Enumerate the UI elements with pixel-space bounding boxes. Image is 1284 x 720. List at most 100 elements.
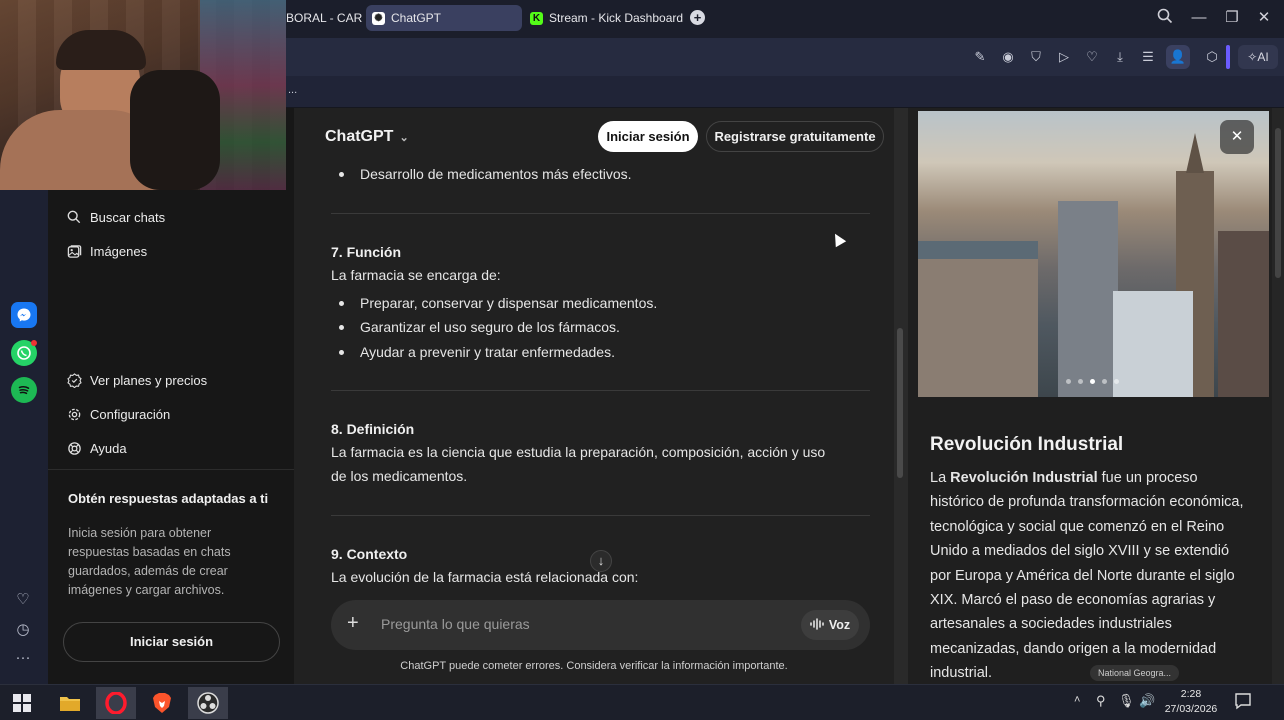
list-item: Garantizar el uso seguro de los fármacos… xyxy=(339,319,620,335)
voice-label: Voz xyxy=(828,618,851,632)
clock-date: 27/03/2026 xyxy=(1164,703,1218,715)
list-item-text: Garantizar el uso seguro de los fármacos… xyxy=(360,319,620,335)
carousel-dot-active[interactable] xyxy=(1090,379,1095,384)
bullet-dot xyxy=(339,349,344,355)
heart-sidebar-icon[interactable]: ♡ xyxy=(12,590,34,610)
tab-kick-dashboard[interactable]: K Stream - Kick Dashboard xyxy=(524,5,684,31)
notifications-icon[interactable] xyxy=(1234,692,1254,712)
section-divider xyxy=(331,213,870,214)
bookmarks-more[interactable]: ... xyxy=(288,84,297,96)
chevron-down-icon: ⌄ xyxy=(399,131,409,144)
promo-text: Inicia sesión para obtener respuestas ba… xyxy=(68,526,231,597)
clock[interactable]: 2:28 27/03/2026 xyxy=(1162,687,1220,717)
chat-input-box[interactable]: + Pregunta lo que quieras Voz xyxy=(331,600,870,650)
camera-icon[interactable]: ◉ xyxy=(999,48,1017,66)
section-intro: La farmacia se encarga de: xyxy=(331,267,501,283)
cube-icon[interactable]: ⬡ xyxy=(1203,48,1221,66)
search-tabs-icon[interactable] xyxy=(1154,8,1176,28)
messenger-icon[interactable] xyxy=(11,302,37,328)
sidebar-item-settings[interactable]: Configuración xyxy=(66,406,170,422)
chat-scrollbar[interactable] xyxy=(894,108,908,684)
tray-bluetooth-icon[interactable]: ⚲ xyxy=(1096,693,1106,709)
images-icon xyxy=(66,243,82,259)
list-item: Preparar, conservar y dispensar medicame… xyxy=(339,295,657,311)
download-icon[interactable]: ⤓ xyxy=(1111,48,1129,66)
carousel-dot[interactable] xyxy=(1102,379,1107,384)
scrollbar-thumb[interactable] xyxy=(897,328,903,478)
ai-label: AI xyxy=(1257,50,1269,64)
tab-chatgpt[interactable]: ✺ ChatGPT xyxy=(366,5,522,31)
sidebar-item-label: Configuración xyxy=(90,406,171,422)
windows-start-icon[interactable] xyxy=(2,687,42,719)
close-window-icon[interactable]: ✕ xyxy=(1253,8,1275,28)
panel-scrollbar-thumb[interactable] xyxy=(1275,128,1281,278)
info-panel: ✕ Revolución Industrial La Revolución In… xyxy=(908,108,1284,684)
section-divider xyxy=(331,390,870,391)
volume-icon[interactable]: 🔊 xyxy=(1139,693,1155,709)
chat-input-placeholder[interactable]: Pregunta lo que quieras xyxy=(381,616,530,632)
help-icon xyxy=(66,440,82,456)
building-right xyxy=(1218,231,1269,397)
bullet-dot xyxy=(339,324,344,330)
waveform-icon xyxy=(810,617,824,633)
sidebar-item-label: Buscar chats xyxy=(90,209,166,225)
file-explorer-icon[interactable] xyxy=(50,687,90,719)
tab-label: ChatGPT xyxy=(391,11,442,25)
profile-icon[interactable]: 👤 xyxy=(1166,45,1190,69)
aria-indicator xyxy=(1226,45,1230,69)
obs-icon[interactable] xyxy=(188,687,228,719)
restore-icon[interactable]: ❐ xyxy=(1221,8,1243,28)
panel-scrollbar[interactable] xyxy=(1272,108,1284,684)
sidebar-item-label: Imágenes xyxy=(90,243,148,259)
play-icon[interactable]: ▷ xyxy=(1055,48,1073,66)
panel-image-manchester[interactable]: ✕ xyxy=(918,111,1269,397)
opera-icon[interactable] xyxy=(96,687,136,719)
list-item: Desarrollo de medicamentos más efectivos… xyxy=(339,166,632,182)
list-item-text: Preparar, conservar y dispensar medicame… xyxy=(360,295,658,311)
plus-icon[interactable]: + xyxy=(347,612,359,635)
section-divider xyxy=(331,515,870,516)
list-item-text: Desarrollo de medicamentos más efectivos… xyxy=(360,166,632,182)
chat-main: ChatGPT ⌄ Iniciar sesión Registrarse gra… xyxy=(294,108,894,684)
model-name: ChatGPT xyxy=(325,128,394,145)
sidebar-item-label: Ayuda xyxy=(90,440,127,456)
model-selector[interactable]: ChatGPT ⌄ xyxy=(325,128,409,146)
panel-text-pre: La xyxy=(930,470,951,486)
voice-button[interactable]: Voz xyxy=(801,610,859,640)
header-login-button[interactable]: Iniciar sesión xyxy=(598,121,698,152)
sidebar-item-images[interactable]: Imágenes xyxy=(66,243,147,259)
more-icon[interactable]: ··· xyxy=(12,649,34,669)
tray-expand-icon[interactable]: ˄ xyxy=(1074,694,1080,706)
sidebar-item-plans[interactable]: Ver planes y precios xyxy=(66,372,207,388)
shield-icon[interactable]: ⛉ xyxy=(1027,48,1045,66)
sidebar-item-search-chats[interactable]: Buscar chats xyxy=(66,209,165,225)
edit-icon[interactable]: ✎ xyxy=(971,48,989,66)
spotify-icon[interactable] xyxy=(11,377,37,403)
panel-text-bold: Revolución Industrial xyxy=(950,470,1098,486)
source-chip[interactable]: National Geogra... xyxy=(1090,665,1180,681)
scroll-down-button[interactable]: ↓ xyxy=(590,550,612,572)
sidebar-login-button[interactable]: Iniciar sesión xyxy=(63,622,280,662)
webcam-dark-object xyxy=(130,70,220,190)
list-item-text: Ayudar a prevenir y tratar enfermedades. xyxy=(360,344,615,360)
ai-button[interactable]: ✧AI xyxy=(1238,45,1278,69)
minimize-icon[interactable]: — xyxy=(1188,8,1210,28)
heart-icon[interactable]: ♡ xyxy=(1083,48,1101,66)
building-roof xyxy=(918,241,1038,259)
opera-sidebar: ♡ ◷ ··· xyxy=(0,108,48,684)
sidebar-item-help[interactable]: Ayuda xyxy=(66,440,127,456)
menu-icon[interactable]: ☰ xyxy=(1139,48,1157,66)
new-tab-button[interactable]: + xyxy=(690,10,705,25)
section-text: de los medicamentos. xyxy=(331,468,468,484)
microphone-icon[interactable]: 🎙 xyxy=(1118,693,1135,709)
signup-button[interactable]: Registrarse gratuitamente xyxy=(706,121,884,152)
carousel-dot[interactable] xyxy=(1078,379,1083,384)
webcam-overlay xyxy=(0,0,286,190)
panel-close-button[interactable]: ✕ xyxy=(1220,120,1254,154)
section-heading: 9. Contexto xyxy=(331,546,408,562)
carousel-dot[interactable] xyxy=(1114,379,1119,384)
brave-icon[interactable] xyxy=(142,687,182,719)
carousel-dot[interactable] xyxy=(1066,379,1071,384)
tab-boral[interactable]: BORAL - CARG xyxy=(286,5,362,31)
history-icon[interactable]: ◷ xyxy=(12,620,34,640)
